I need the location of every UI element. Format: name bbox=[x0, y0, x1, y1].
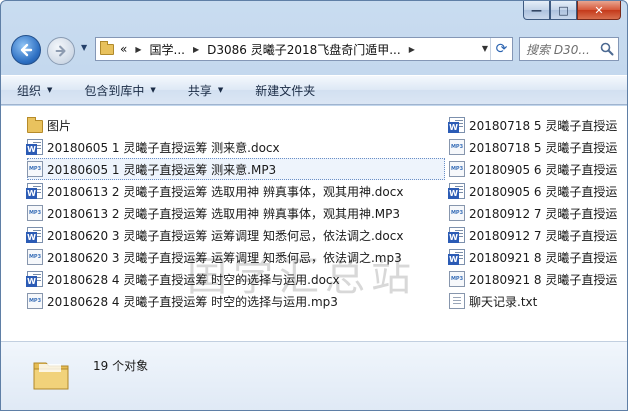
close-button[interactable]: ✕ bbox=[577, 1, 621, 20]
file-column-1: 图片 20180605 1 灵曦子直授运筹 测来意.docx 20180605 … bbox=[26, 114, 445, 312]
file-name: 20180905 6 灵曦子直授运 bbox=[469, 162, 618, 177]
breadcrumb-separator-icon[interactable]: ▶ bbox=[193, 45, 199, 54]
word-document-icon bbox=[448, 117, 465, 133]
command-bar: 组织 ▼ 包含到库中 ▼ 共享 ▼ 新建文件夹 bbox=[1, 75, 627, 105]
file-name: 20180620 3 灵曦子直授运筹 运筹调理 知悉何忌，依法调之.docx bbox=[47, 228, 404, 243]
folder-icon bbox=[100, 40, 114, 55]
chevron-down-icon: ▼ bbox=[150, 86, 156, 94]
file-name: 20180718 5 灵曦子直授运 bbox=[469, 140, 618, 155]
search-icon[interactable] bbox=[600, 42, 614, 56]
file-item[interactable]: 20180620 3 灵曦子直授运筹 运筹调理 知悉何忌，依法调之.mp3 bbox=[27, 246, 445, 268]
item-count: 19 个对象 bbox=[93, 359, 149, 373]
chevron-down-icon: ▼ bbox=[47, 86, 53, 94]
file-column-2: 20180718 5 灵曦子直授运 20180718 5 灵曦子直授运 2018… bbox=[448, 114, 627, 312]
file-name: 20180605 1 灵曦子直授运筹 测来意.docx bbox=[47, 140, 280, 155]
arrow-right-icon bbox=[55, 45, 66, 57]
audio-file-icon bbox=[449, 271, 465, 287]
file-item[interactable]: 20180628 4 灵曦子直授运筹 时空的选择与运用.docx bbox=[26, 268, 445, 290]
audio-file-icon bbox=[27, 293, 43, 309]
breadcrumb-separator-icon[interactable]: ▶ bbox=[135, 45, 141, 54]
organize-label: 组织 bbox=[17, 83, 42, 98]
search-placeholder: 搜索 D30... bbox=[526, 42, 590, 57]
audio-file-icon bbox=[449, 139, 465, 155]
file-name: 20180613 2 灵曦子直授运筹 选取用神 辨真事体，观其用神.MP3 bbox=[47, 206, 401, 221]
file-list[interactable]: 图片 20180605 1 灵曦子直授运筹 测来意.docx 20180605 … bbox=[1, 106, 627, 342]
file-name: 20180620 3 灵曦子直授运筹 运筹调理 知悉何忌，依法调之.mp3 bbox=[47, 250, 402, 265]
file-name: 20180718 5 灵曦子直授运 bbox=[469, 118, 618, 133]
include-in-library-label: 包含到库中 bbox=[84, 83, 145, 98]
file-name: 20180905 6 灵曦子直授运 bbox=[469, 184, 618, 199]
audio-file-icon bbox=[449, 205, 465, 221]
file-item[interactable]: 20180905 6 灵曦子直授运 bbox=[449, 158, 627, 180]
forward-button[interactable] bbox=[47, 37, 75, 65]
file-item[interactable]: 20180912 7 灵曦子直授运 bbox=[448, 224, 627, 246]
breadcrumb-separator-icon[interactable]: ▶ bbox=[409, 45, 415, 54]
chevron-down-icon: ▼ bbox=[217, 86, 224, 94]
arrow-left-icon bbox=[20, 43, 33, 57]
file-name: 20180912 7 灵曦子直授运 bbox=[469, 228, 618, 243]
file-name: 20180912 7 灵曦子直授运 bbox=[469, 206, 618, 221]
file-item[interactable]: 20180912 7 灵曦子直授运 bbox=[449, 202, 627, 224]
new-folder-label: 新建文件夹 bbox=[255, 83, 316, 98]
file-item[interactable]: 20180921 8 灵曦子直授运 bbox=[449, 268, 627, 290]
file-item[interactable]: 20180628 4 灵曦子直授运筹 时空的选择与运用.mp3 bbox=[27, 290, 445, 312]
text-file-icon bbox=[449, 293, 465, 309]
back-button[interactable] bbox=[11, 35, 41, 65]
file-name: 20180628 4 灵曦子直授运筹 时空的选择与运用.mp3 bbox=[47, 294, 338, 309]
word-document-icon bbox=[26, 139, 43, 155]
file-name: 20180613 2 灵曦子直授运筹 选取用神 辨真事体，观其用神.docx bbox=[47, 184, 404, 199]
folder-icon bbox=[27, 116, 43, 133]
address-history-dropdown-icon[interactable]: ▼ bbox=[482, 44, 488, 53]
file-name: 20180605 1 灵曦子直授运筹 测来意.MP3 bbox=[47, 162, 277, 177]
word-document-icon bbox=[26, 227, 43, 243]
refresh-icon[interactable]: ⟳ bbox=[490, 38, 512, 60]
file-name: 图片 bbox=[47, 118, 72, 133]
address-bar[interactable]: « ▶ 国学... ▶ D3086 灵曦子2018飞盘奇门遁甲... ▶ ▼ ⟳ bbox=[95, 37, 513, 61]
word-document-icon bbox=[448, 183, 465, 199]
organize-menu[interactable]: 组织 ▼ bbox=[17, 82, 52, 99]
file-item[interactable]: 20180718 5 灵曦子直授运 bbox=[449, 136, 627, 158]
file-name: 20180921 8 灵曦子直授运 bbox=[469, 272, 618, 287]
recent-pages-dropdown-icon[interactable]: ▼ bbox=[81, 43, 87, 52]
file-item[interactable]: 聊天记录.txt bbox=[449, 290, 627, 312]
include-in-library-menu[interactable]: 包含到库中 ▼ bbox=[84, 82, 155, 99]
navigation-bar: ▼ « ▶ 国学... ▶ D3086 灵曦子2018飞盘奇门遁甲... ▶ ▼… bbox=[1, 29, 627, 69]
minimize-button[interactable]: — bbox=[523, 1, 550, 20]
audio-file-icon bbox=[27, 161, 43, 177]
word-document-icon bbox=[448, 249, 465, 265]
file-item[interactable]: 20180905 6 灵曦子直授运 bbox=[448, 180, 627, 202]
breadcrumb-item-current[interactable]: D3086 灵曦子2018飞盘奇门遁甲... bbox=[207, 41, 401, 58]
file-item[interactable]: 20180613 2 灵曦子直授运筹 选取用神 辨真事体，观其用神.MP3 bbox=[27, 202, 445, 224]
file-item[interactable]: 20180613 2 灵曦子直授运筹 选取用神 辨真事体，观其用神.docx bbox=[26, 180, 445, 202]
audio-file-icon bbox=[27, 205, 43, 221]
file-item[interactable]: 20180605 1 灵曦子直授运筹 测来意.docx bbox=[26, 136, 445, 158]
new-folder-button[interactable]: 新建文件夹 bbox=[255, 82, 315, 99]
word-document-icon bbox=[26, 183, 43, 199]
file-name: 聊天记录.txt bbox=[469, 294, 538, 309]
file-item[interactable]: 20180718 5 灵曦子直授运 bbox=[448, 114, 627, 136]
details-pane: 19 个对象 bbox=[1, 342, 627, 410]
share-label: 共享 bbox=[187, 83, 212, 98]
audio-file-icon bbox=[27, 249, 43, 265]
breadcrumb-overflow[interactable]: « bbox=[120, 42, 127, 56]
file-item[interactable]: 20180620 3 灵曦子直授运筹 运筹调理 知悉何忌，依法调之.docx bbox=[26, 224, 445, 246]
file-item[interactable]: 20180921 8 灵曦子直授运 bbox=[448, 246, 627, 268]
file-name: 20180628 4 灵曦子直授运筹 时空的选择与运用.docx bbox=[47, 272, 340, 287]
word-document-icon bbox=[448, 227, 465, 243]
folder-icon bbox=[33, 362, 69, 390]
share-menu[interactable]: 共享 ▼ bbox=[188, 82, 223, 99]
file-item-selected[interactable]: 20180605 1 灵曦子直授运筹 测来意.MP3 bbox=[27, 158, 445, 180]
audio-file-icon bbox=[449, 161, 465, 177]
breadcrumb-item-parent[interactable]: 国学... bbox=[150, 41, 185, 58]
explorer-window: — □ ✕ ▼ « ▶ 国学... ▶ D3086 灵曦子2018飞盘奇门遁甲.… bbox=[0, 0, 628, 411]
search-input[interactable]: 搜索 D30... bbox=[519, 37, 619, 61]
file-name: 20180921 8 灵曦子直授运 bbox=[469, 250, 618, 265]
folder-item[interactable]: 图片 bbox=[27, 114, 445, 136]
maximize-button[interactable]: □ bbox=[550, 1, 577, 20]
word-document-icon bbox=[26, 271, 43, 287]
caption-buttons: — □ ✕ bbox=[523, 1, 621, 21]
